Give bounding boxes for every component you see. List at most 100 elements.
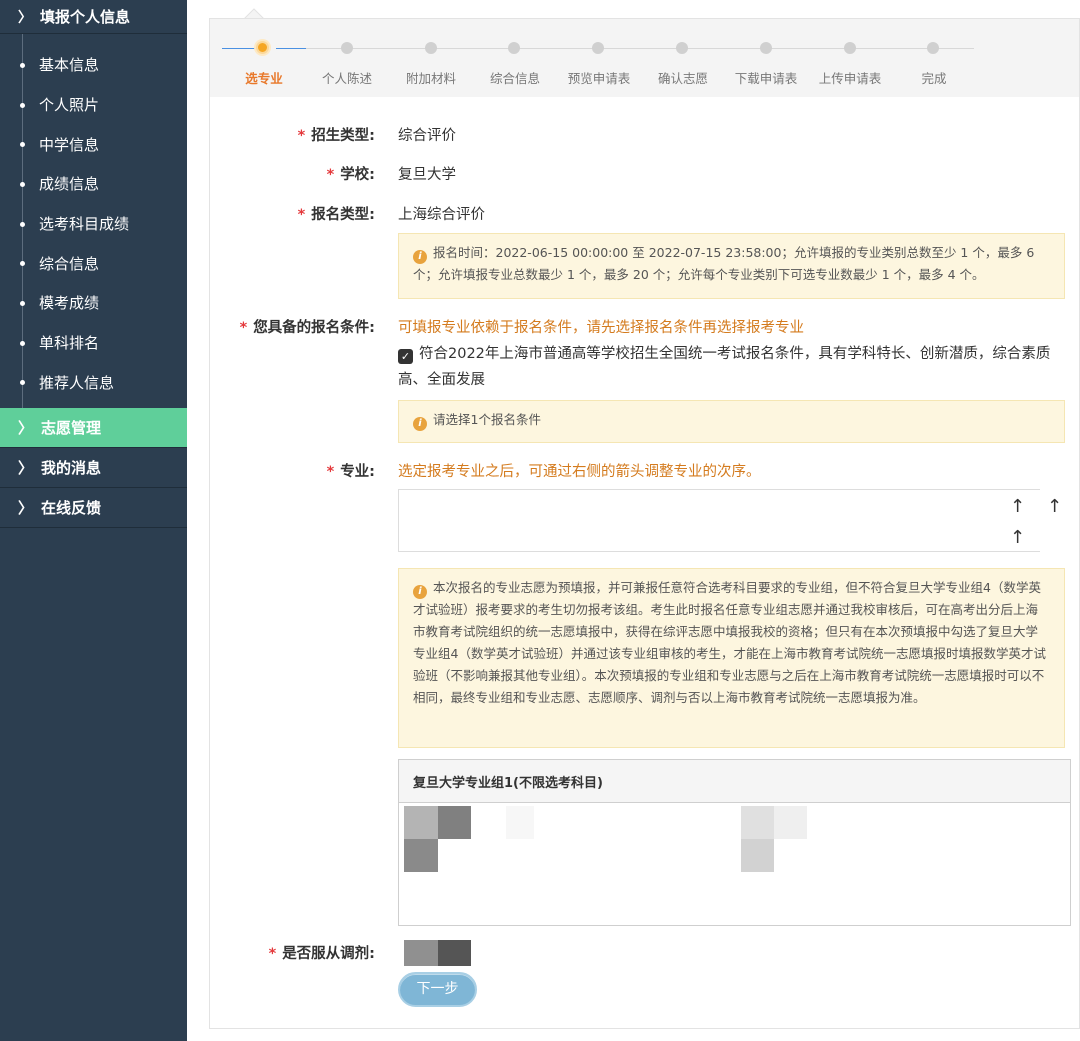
bullet-icon	[20, 261, 25, 267]
condition-option-label: 符合2022年上海市普通高等学校招生全国统一考试报名条件，具有学科特长、创新潜质…	[398, 346, 1051, 388]
sidebar-item-comprehensive[interactable]: 综合信息	[0, 243, 187, 283]
bullet-icon	[20, 380, 25, 386]
bullet-icon	[20, 102, 25, 108]
sidebar-item-label: 中学信息	[39, 135, 100, 154]
bullet-icon	[20, 181, 25, 187]
sidebar-item-subject-ranking[interactable]: 单科排名	[0, 323, 187, 363]
chevron-right-icon: 〉	[18, 9, 32, 26]
registration-notice: i 报名时间：2022-06-15 00:00:00 至 2022-07-15 2…	[398, 233, 1065, 299]
sidebar-section-personal-info[interactable]: 〉 填报个人信息	[0, 0, 187, 34]
registration-type-value: 上海综合评价	[398, 207, 485, 223]
checkbox-checked-icon[interactable]: ✓	[398, 349, 413, 364]
step-dot	[341, 42, 353, 54]
sidebar: 〉 填报个人信息 基本信息 个人照片 中学信息 成绩信息 选考科目成绩 综合信息…	[0, 0, 187, 1041]
step-dot	[760, 42, 772, 54]
move-up-arrow-icon[interactable]: ↑	[1047, 496, 1062, 517]
bullet-icon	[20, 62, 25, 68]
info-icon: i	[413, 250, 427, 264]
step-connector	[276, 48, 306, 49]
move-up-arrow-icon[interactable]: ↑	[1010, 496, 1025, 517]
step-dot	[508, 42, 520, 54]
step-progress: 选专业 个人陈述 附加材料 综合信息 预览申请表 确认志愿 下载申请表 上传申请…	[210, 19, 1079, 97]
sidebar-item-referee[interactable]: 推荐人信息	[0, 363, 187, 403]
sidebar-item-label: 选考科目成绩	[39, 215, 130, 234]
label-text: 报名类型:	[311, 207, 375, 223]
step-dot	[425, 42, 437, 54]
required-mark: *	[326, 167, 335, 183]
sidebar-item-label: 我的消息	[41, 459, 102, 478]
required-mark: *	[268, 946, 277, 962]
sidebar-item-high-school[interactable]: 中学信息	[0, 124, 187, 164]
sidebar-item-label: 成绩信息	[39, 175, 100, 194]
sidebar-item-label: 基本信息	[39, 56, 100, 75]
label-text: 招生类型:	[311, 128, 375, 144]
sidebar-item-feedback[interactable]: 〉 在线反馈	[0, 488, 187, 529]
redacted-block	[404, 806, 438, 839]
label-text: 您具备的报名条件:	[253, 320, 375, 336]
major-group-header: 复旦大学专业组1(不限选考科目)	[399, 760, 1070, 803]
bullet-icon	[20, 221, 25, 227]
step-confirm[interactable]: 确认志愿	[643, 68, 723, 87]
step-select-major[interactable]: 选专业	[224, 68, 304, 87]
preliminary-application-notice: i 本次报名的专业志愿为预填报，并可兼报任意符合选考科目要求的专业组，但不符合复旦…	[398, 568, 1065, 748]
required-mark: *	[297, 207, 306, 223]
step-upload[interactable]: 上传申请表	[810, 68, 890, 87]
sidebar-item-label: 推荐人信息	[39, 373, 115, 392]
sidebar-item-applications[interactable]: 〉 志愿管理	[0, 408, 187, 449]
sidebar-item-label: 综合信息	[39, 254, 100, 273]
sidebar-item-grades[interactable]: 成绩信息	[0, 164, 187, 204]
sidebar-item-label: 模考成绩	[39, 294, 100, 313]
redacted-block	[774, 806, 807, 839]
notice-text: 请选择1个报名条件	[433, 412, 541, 427]
sidebar-section-label: 填报个人信息	[40, 8, 131, 26]
admission-type-value: 综合评价	[398, 128, 456, 144]
condition-option[interactable]: ✓ 符合2022年上海市普通高等学校招生全国统一考试报名条件，具有学科特长、创新潜…	[398, 341, 1065, 393]
conditions-hint: 可填报专业依赖于报名条件，请先选择报名条件再选择报考专业	[398, 320, 804, 336]
redacted-block	[404, 839, 438, 872]
required-mark: *	[297, 128, 306, 144]
bullet-icon	[20, 300, 25, 306]
step-download[interactable]: 下载申请表	[726, 68, 806, 87]
bullet-icon	[20, 142, 25, 148]
sidebar-item-label: 在线反馈	[41, 499, 102, 518]
redacted-block	[741, 806, 774, 839]
sidebar-item-elective-grades[interactable]: 选考科目成绩	[0, 204, 187, 244]
required-mark: *	[239, 320, 248, 336]
chevron-right-icon: 〉	[18, 459, 34, 478]
step-dot-active	[256, 41, 269, 54]
step-preview[interactable]: 预览申请表	[559, 68, 639, 87]
step-dot	[592, 42, 604, 54]
redacted-block	[506, 806, 534, 839]
chevron-right-icon: 〉	[18, 419, 34, 438]
step-complete[interactable]: 完成	[894, 68, 974, 87]
step-personal-statement[interactable]: 个人陈述	[307, 68, 387, 87]
redacted-block	[741, 839, 774, 872]
sidebar-item-messages[interactable]: 〉 我的消息	[0, 448, 187, 489]
chevron-right-icon: 〉	[18, 499, 34, 518]
info-icon: i	[413, 585, 427, 599]
step-dot	[676, 42, 688, 54]
label-text: 是否服从调剂:	[282, 946, 375, 962]
step-connector	[306, 48, 974, 49]
move-up-arrow-icon[interactable]: ↑	[1010, 527, 1025, 548]
selected-majors-list[interactable]	[398, 489, 1040, 552]
conditions-notice: i 请选择1个报名条件	[398, 400, 1065, 443]
step-dot	[927, 42, 939, 54]
step-attachments[interactable]: 附加材料	[391, 68, 471, 87]
sidebar-item-label: 个人照片	[39, 96, 100, 115]
sidebar-item-photo[interactable]: 个人照片	[0, 85, 187, 125]
sidebar-item-mock-exam[interactable]: 模考成绩	[0, 283, 187, 323]
step-comprehensive-info[interactable]: 综合信息	[475, 68, 555, 87]
redacted-block	[438, 940, 471, 966]
sidebar-sub-list: 基本信息 个人照片 中学信息 成绩信息 选考科目成绩 综合信息 模考成绩 单科排…	[0, 34, 187, 409]
next-step-button[interactable]: 下一步	[398, 972, 477, 1007]
redacted-block	[404, 940, 438, 966]
major-group-table: 复旦大学专业组1(不限选考科目)	[398, 759, 1071, 926]
label-text: 专业:	[340, 464, 375, 480]
bullet-icon	[20, 340, 25, 346]
sidebar-item-basic-info[interactable]: 基本信息	[0, 45, 187, 85]
major-hint: 选定报考专业之后，可通过右侧的箭头调整专业的次序。	[398, 464, 761, 480]
school-value: 复旦大学	[398, 167, 456, 183]
notice-text: 报名时间：2022-06-15 00:00:00 至 2022-07-15 23…	[413, 245, 1035, 282]
label-text: 学校:	[340, 167, 375, 183]
